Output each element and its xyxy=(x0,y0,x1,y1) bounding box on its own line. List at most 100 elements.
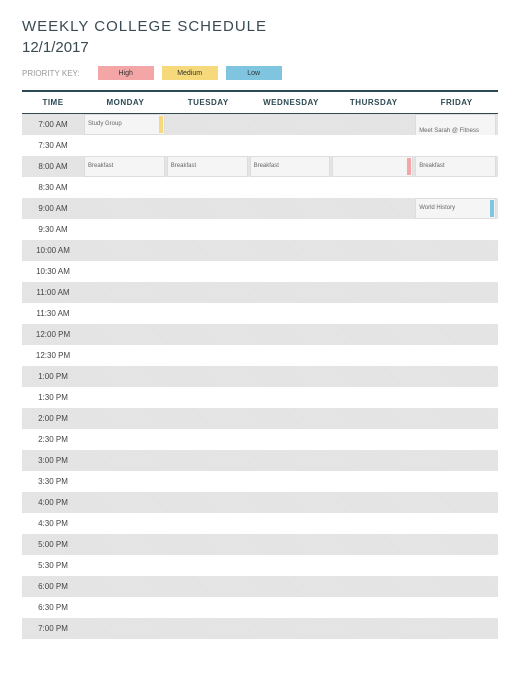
schedule-cell[interactable] xyxy=(332,135,415,156)
schedule-cell[interactable] xyxy=(332,198,415,219)
schedule-cell[interactable] xyxy=(415,324,498,345)
schedule-cell[interactable] xyxy=(250,450,333,471)
schedule-cell[interactable] xyxy=(250,261,333,282)
schedule-cell[interactable] xyxy=(415,177,498,198)
schedule-cell[interactable] xyxy=(415,282,498,303)
event[interactable]: Breakfast xyxy=(84,156,165,177)
schedule-cell[interactable] xyxy=(332,114,415,135)
schedule-cell[interactable] xyxy=(167,345,250,366)
schedule-cell[interactable] xyxy=(167,324,250,345)
schedule-cell[interactable] xyxy=(332,282,415,303)
schedule-cell[interactable] xyxy=(84,387,167,408)
schedule-cell[interactable] xyxy=(250,240,333,261)
schedule-cell[interactable] xyxy=(415,387,498,408)
schedule-cell[interactable] xyxy=(84,597,167,618)
schedule-cell[interactable] xyxy=(250,471,333,492)
schedule-cell[interactable] xyxy=(84,555,167,576)
schedule-cell[interactable] xyxy=(250,324,333,345)
schedule-cell[interactable] xyxy=(250,492,333,513)
schedule-cell[interactable]: Study Group xyxy=(84,114,167,135)
schedule-cell[interactable] xyxy=(167,597,250,618)
schedule-cell[interactable]: World History xyxy=(415,198,498,219)
schedule-cell[interactable] xyxy=(167,219,250,240)
event[interactable]: Meet Sarah @ Fitness Center xyxy=(415,114,496,135)
schedule-cell[interactable] xyxy=(250,366,333,387)
schedule-cell[interactable] xyxy=(84,282,167,303)
schedule-cell[interactable] xyxy=(167,492,250,513)
schedule-cell[interactable] xyxy=(84,177,167,198)
schedule-cell[interactable] xyxy=(84,261,167,282)
schedule-cell[interactable] xyxy=(167,198,250,219)
schedule-cell[interactable] xyxy=(332,534,415,555)
schedule-cell[interactable] xyxy=(415,450,498,471)
schedule-cell[interactable] xyxy=(250,408,333,429)
schedule-cell[interactable] xyxy=(84,219,167,240)
schedule-cell[interactable] xyxy=(332,429,415,450)
schedule-cell[interactable] xyxy=(167,135,250,156)
schedule-cell[interactable] xyxy=(415,597,498,618)
schedule-cell[interactable] xyxy=(84,471,167,492)
schedule-cell[interactable] xyxy=(167,114,250,135)
schedule-cell[interactable] xyxy=(332,345,415,366)
schedule-cell[interactable] xyxy=(415,345,498,366)
schedule-cell[interactable] xyxy=(332,387,415,408)
schedule-cell[interactable] xyxy=(84,240,167,261)
schedule-cell[interactable] xyxy=(415,240,498,261)
schedule-cell[interactable] xyxy=(84,303,167,324)
schedule-cell[interactable] xyxy=(167,429,250,450)
schedule-cell[interactable] xyxy=(415,429,498,450)
schedule-cell[interactable] xyxy=(250,282,333,303)
schedule-cell[interactable] xyxy=(332,156,415,177)
schedule-cell[interactable] xyxy=(84,135,167,156)
schedule-cell[interactable] xyxy=(250,555,333,576)
event[interactable]: World History xyxy=(415,198,496,219)
schedule-cell[interactable] xyxy=(250,219,333,240)
schedule-cell[interactable] xyxy=(332,513,415,534)
schedule-cell[interactable] xyxy=(84,513,167,534)
schedule-cell[interactable] xyxy=(84,198,167,219)
schedule-cell[interactable] xyxy=(84,366,167,387)
schedule-cell[interactable] xyxy=(84,429,167,450)
schedule-cell[interactable] xyxy=(167,303,250,324)
schedule-cell[interactable] xyxy=(84,450,167,471)
schedule-cell[interactable] xyxy=(332,618,415,639)
schedule-cell[interactable] xyxy=(250,597,333,618)
schedule-cell[interactable] xyxy=(84,492,167,513)
schedule-cell[interactable] xyxy=(84,534,167,555)
schedule-cell[interactable] xyxy=(332,450,415,471)
schedule-cell[interactable] xyxy=(332,366,415,387)
schedule-cell[interactable] xyxy=(84,324,167,345)
schedule-cell[interactable] xyxy=(167,450,250,471)
schedule-cell[interactable] xyxy=(250,303,333,324)
schedule-cell[interactable] xyxy=(84,408,167,429)
schedule-cell[interactable] xyxy=(250,534,333,555)
schedule-cell[interactable] xyxy=(415,366,498,387)
schedule-cell[interactable] xyxy=(84,618,167,639)
schedule-cell[interactable] xyxy=(167,471,250,492)
schedule-cell[interactable] xyxy=(332,303,415,324)
schedule-cell[interactable]: Breakfast xyxy=(167,156,250,177)
schedule-cell[interactable] xyxy=(332,597,415,618)
schedule-cell[interactable] xyxy=(250,387,333,408)
schedule-cell[interactable] xyxy=(332,219,415,240)
schedule-cell[interactable] xyxy=(167,282,250,303)
schedule-cell[interactable] xyxy=(415,471,498,492)
schedule-cell[interactable] xyxy=(167,534,250,555)
schedule-cell[interactable] xyxy=(332,177,415,198)
schedule-cell[interactable] xyxy=(84,345,167,366)
schedule-cell[interactable] xyxy=(415,513,498,534)
schedule-cell[interactable] xyxy=(415,576,498,597)
schedule-cell[interactable] xyxy=(250,135,333,156)
schedule-cell[interactable] xyxy=(332,492,415,513)
schedule-cell[interactable]: Meet Sarah @ Fitness Center xyxy=(415,114,498,135)
schedule-cell[interactable] xyxy=(250,114,333,135)
schedule-cell[interactable] xyxy=(332,261,415,282)
schedule-cell[interactable] xyxy=(167,177,250,198)
schedule-cell[interactable] xyxy=(415,555,498,576)
schedule-cell[interactable]: Breakfast xyxy=(415,156,498,177)
event[interactable]: Breakfast xyxy=(250,156,331,177)
schedule-cell[interactable] xyxy=(415,408,498,429)
schedule-cell[interactable] xyxy=(250,618,333,639)
event[interactable]: Breakfast xyxy=(415,156,496,177)
schedule-cell[interactable] xyxy=(332,471,415,492)
